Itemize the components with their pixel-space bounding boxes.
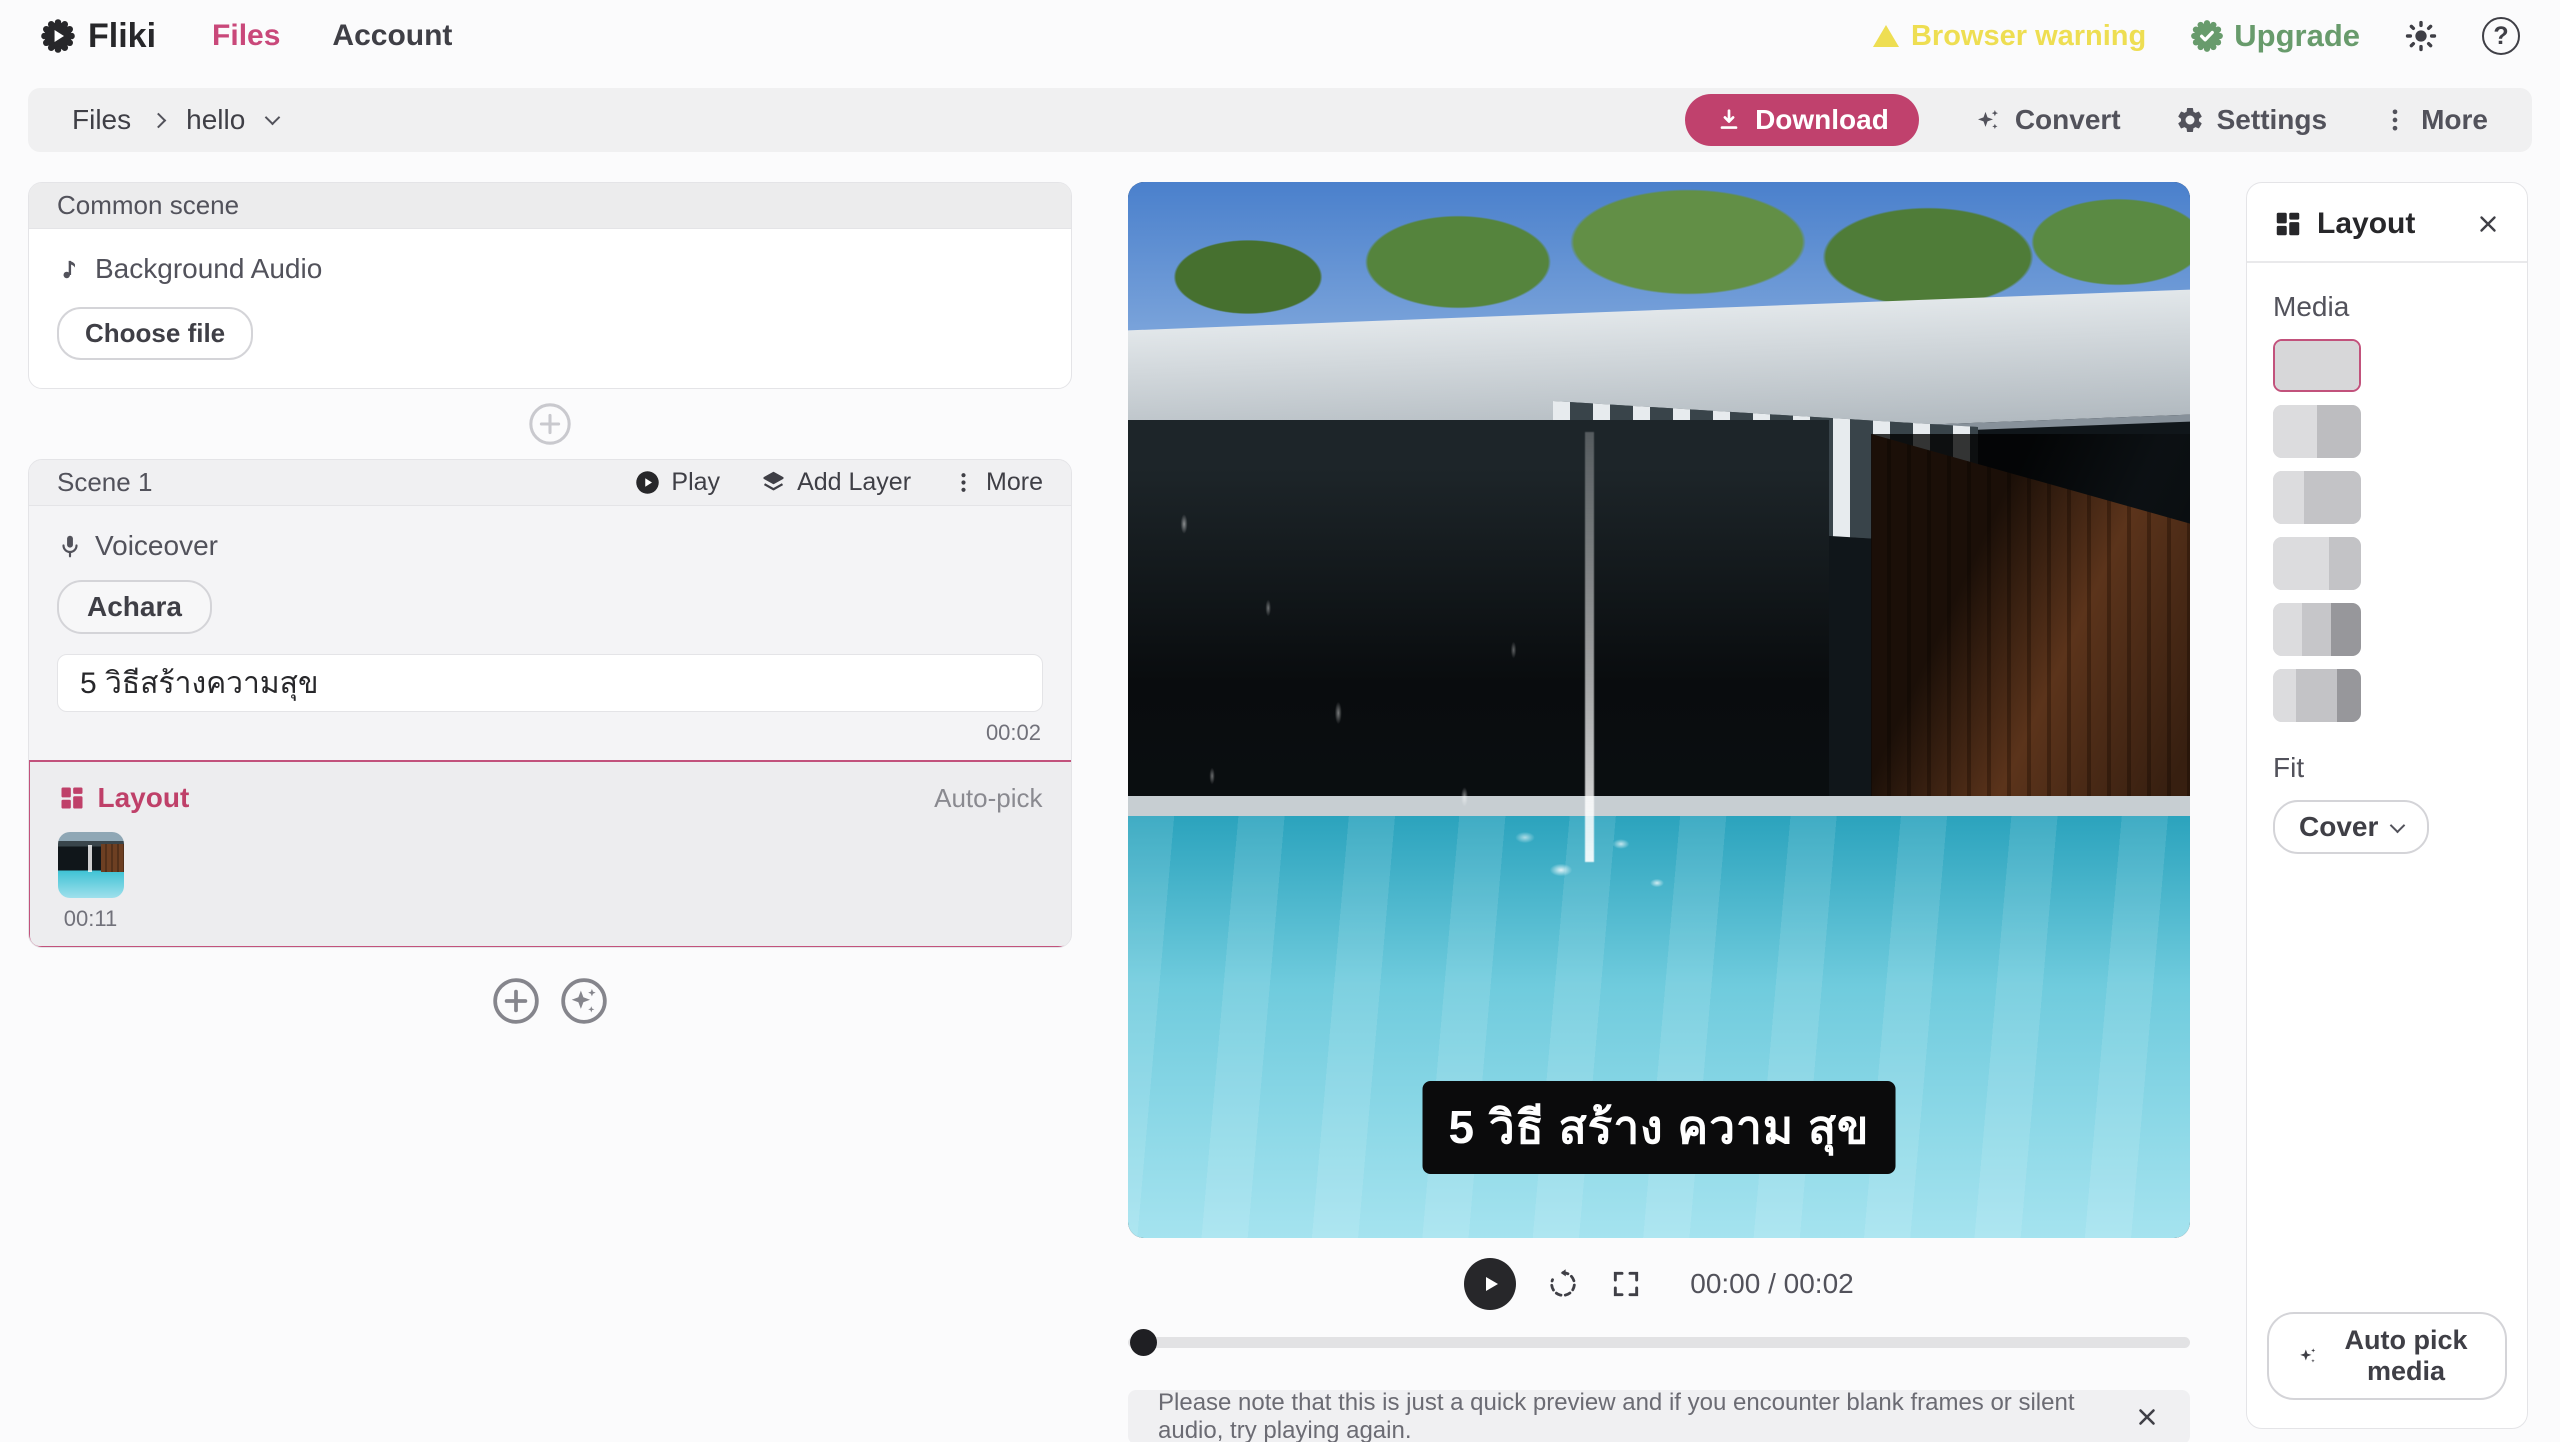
media-option-4[interactable] (2273, 537, 2361, 590)
breadcrumb: Files hello (72, 104, 278, 136)
main-nav: Files Account (212, 19, 452, 53)
settings-button[interactable]: Settings (2175, 104, 2327, 136)
scenes-column: Common scene Background Audio Choose fil… (28, 182, 1072, 1026)
add-scene-plus-icon[interactable] (527, 401, 573, 447)
script-duration: 00:02 (59, 720, 1041, 746)
download-icon (1715, 106, 1743, 134)
breadcrumb-current[interactable]: hello (186, 104, 245, 136)
preview-column: 5 วิธี สร้าง ความ สุข 00:00 / 00:02 (1128, 182, 2190, 1442)
convert-sparkle-icon (1973, 105, 2003, 135)
music-note-icon (57, 256, 83, 282)
scene-play-button[interactable]: Play (634, 468, 720, 497)
media-label: Media (2273, 291, 2501, 323)
scene-1-card: Scene 1 Play Add Lay (28, 459, 1072, 948)
time-display: 00:00 / 00:02 (1690, 1268, 1853, 1300)
file-toolbar: Files hello Download Convert (28, 88, 2532, 152)
breadcrumb-files[interactable]: Files (72, 104, 131, 136)
clip-duration: 00:11 (58, 906, 124, 932)
media-option-3[interactable] (2273, 471, 2361, 524)
notice-text: Please note that this is just a quick pr… (1158, 1389, 2100, 1442)
common-scene-header: Common scene (29, 183, 1071, 229)
scene-more-button[interactable]: More (951, 468, 1043, 497)
media-option-1[interactable] (2273, 339, 2361, 392)
media-option-2[interactable] (2273, 405, 2361, 458)
toolbar-more-button[interactable]: More (2381, 104, 2488, 136)
panel-close-icon[interactable] (2475, 211, 2501, 237)
auto-pick-label: Auto-pick (934, 783, 1042, 814)
more-dots-icon (951, 470, 976, 495)
scene-title: Scene 1 (57, 467, 152, 498)
background-audio-row: Background Audio (57, 253, 1043, 285)
upgrade-badge-icon (2190, 19, 2224, 53)
notice-close-icon[interactable] (2134, 1404, 2160, 1430)
add-layer-button[interactable]: Add Layer (760, 468, 911, 497)
upgrade-button[interactable]: Upgrade (2190, 18, 2360, 54)
settings-gear-icon (2175, 105, 2205, 135)
choose-file-button[interactable]: Choose file (57, 307, 253, 360)
preview-notice: Please note that this is just a quick pr… (1128, 1390, 2190, 1442)
replay-icon[interactable] (1546, 1267, 1580, 1301)
script-input[interactable] (57, 654, 1043, 712)
chevron-down-icon[interactable] (265, 109, 281, 125)
play-icon (634, 469, 661, 496)
convert-button[interactable]: Convert (1973, 104, 2121, 136)
media-clip-thumbnail[interactable] (58, 832, 124, 898)
layout-layer-section[interactable]: Layout Auto-pick 00:11 (28, 760, 1072, 948)
fit-chevron-icon (2390, 817, 2406, 833)
nav-account[interactable]: Account (332, 19, 452, 53)
video-preview[interactable]: 5 วิธี สร้าง ความ สุข (1128, 182, 2190, 1238)
mic-icon (57, 533, 83, 559)
brand-name: Fliki (88, 17, 156, 56)
more-dots-icon (2381, 106, 2409, 134)
fit-label: Fit (2273, 752, 2501, 784)
warning-triangle-icon (1871, 21, 1901, 51)
seek-knob[interactable] (1130, 1329, 1157, 1356)
media-option-6[interactable] (2273, 669, 2361, 722)
media-option-5[interactable] (2273, 603, 2361, 656)
help-icon[interactable]: ? (2482, 17, 2520, 55)
seek-track[interactable] (1128, 1337, 2190, 1348)
top-navbar: Fliki Files Account Browser warning (0, 0, 2560, 72)
fliki-logo-icon (40, 18, 76, 54)
fullscreen-icon[interactable] (1610, 1268, 1642, 1300)
chevron-right-icon (151, 112, 167, 128)
add-scene-button[interactable] (491, 976, 541, 1026)
download-button[interactable]: Download (1685, 94, 1919, 146)
theme-sun-icon[interactable] (2404, 19, 2438, 53)
panel-title: Layout (2317, 207, 2415, 241)
play-button[interactable] (1464, 1258, 1516, 1310)
layout-grid-icon (58, 784, 86, 812)
layout-panel: Layout Media Fit Cover (2246, 182, 2528, 1429)
browser-warning[interactable]: Browser warning (1871, 20, 2146, 53)
layout-grid-icon (2273, 209, 2303, 239)
voiceover-row: Voiceover (57, 530, 1043, 562)
voice-chip-achara[interactable]: Achara (57, 580, 212, 634)
nav-files[interactable]: Files (212, 19, 280, 53)
add-layer-icon (760, 469, 787, 496)
common-scene-card: Common scene Background Audio Choose fil… (28, 182, 1072, 389)
media-options (2273, 339, 2501, 722)
fliki-brand[interactable]: Fliki (40, 17, 156, 56)
fit-select[interactable]: Cover (2273, 800, 2429, 854)
auto-pick-media-button[interactable]: Auto pick media (2267, 1312, 2507, 1400)
auto-pick-sparkle-icon (2295, 1343, 2321, 1369)
seek-bar (1128, 1328, 2190, 1356)
video-subtitle: 5 วิธี สร้าง ความ สุข (1423, 1081, 1896, 1174)
generate-scene-button[interactable] (559, 976, 609, 1026)
player-controls: 00:00 / 00:02 (1128, 1258, 2190, 1310)
